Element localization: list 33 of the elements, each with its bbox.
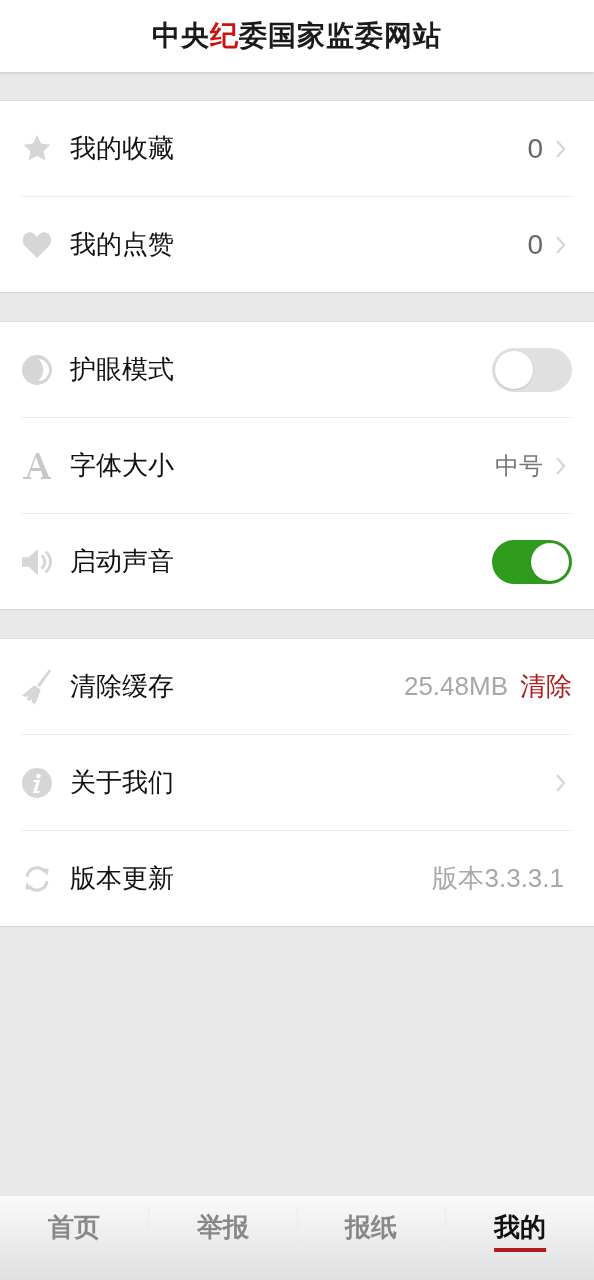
speaker-icon <box>22 547 52 576</box>
broom-icon <box>22 667 52 706</box>
cache-size: 25.48MB <box>403 671 508 702</box>
toggle-switch[interactable] <box>492 539 572 584</box>
clear-button[interactable]: 清除 <box>520 669 572 704</box>
setting-label: 版本更新 <box>70 862 174 895</box>
tab[interactable]: 首页 <box>0 1206 148 1253</box>
star-icon <box>23 135 51 162</box>
version-number: 版本3.3.3.1 <box>432 862 564 895</box>
heart-icon <box>22 231 52 258</box>
setting-label: 我的点赞 <box>70 228 174 261</box>
chevron-icon[interactable] <box>555 772 566 793</box>
chevron-icon[interactable] <box>555 455 566 476</box>
tab[interactable]: 我的 <box>445 1206 594 1253</box>
setting-label: 字体大小 <box>70 449 174 482</box>
setting-label: 启动声音 <box>70 545 174 578</box>
setting-label: 清除缓存 <box>70 670 174 703</box>
setting-label: 关于我们 <box>70 766 174 799</box>
half-moon-icon <box>22 354 52 385</box>
info-icon <box>22 767 52 798</box>
setting-label: 护眼模式 <box>70 353 174 386</box>
font-size-value: 中号 <box>495 450 543 481</box>
chevron-icon[interactable] <box>555 234 566 255</box>
toggle-switch[interactable] <box>492 347 572 392</box>
tab[interactable]: 报纸 <box>296 1206 446 1253</box>
font-size-icon <box>23 452 51 479</box>
app-title: 中央纪委国家监委网站 <box>152 19 442 53</box>
count-value: 0 <box>527 228 543 261</box>
tab[interactable]: 举报 <box>147 1206 297 1253</box>
refresh-icon <box>22 864 52 893</box>
count-value: 0 <box>527 132 543 165</box>
setting-label: 我的收藏 <box>70 132 174 165</box>
chevron-icon[interactable] <box>555 138 566 159</box>
